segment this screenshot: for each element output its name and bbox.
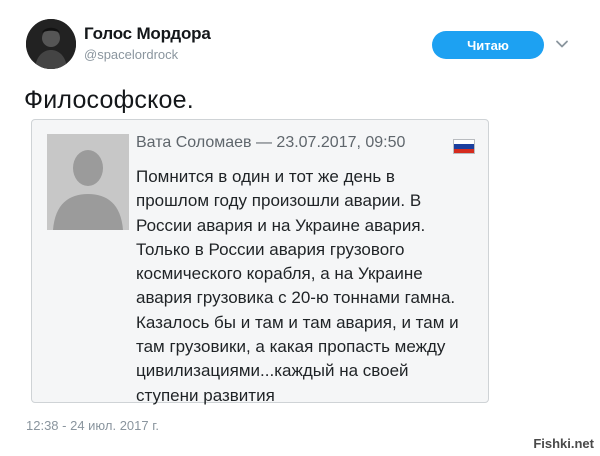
comment-line: там грузовики, а какая пропасть между [136,337,446,357]
comment-line: цивилизациями...каждый на своей [136,361,409,381]
flag-stripe-red [454,148,474,153]
follow-button[interactable]: Читаю [432,31,544,59]
comment-line: космического корабля, а на Украине [136,264,423,284]
comment-line: России авария и на Украине авария. [136,215,426,235]
comment-line: Помнится в один и тот же день в [136,167,395,186]
user-handle[interactable]: @spacelordrock [84,47,178,62]
watermark: Fishki.net [533,436,594,451]
comment-line: прошлом году произошли аварии. В [136,191,422,211]
embedded-comment-card: Вата Соломаев — 23.07.2017, 09:50 Помнит… [31,119,489,405]
comment-body: Помнится в один и тот же день в прошлом … [136,165,476,408]
tweet-timestamp[interactable]: 12:38 - 24 июл. 2017 г. [26,418,159,433]
avatar[interactable] [26,19,76,69]
chevron-down-icon[interactable] [554,36,570,52]
comment-line: Только в России авария грузового [136,239,405,259]
display-name[interactable]: Голос Мордора [84,24,211,44]
comment-author-date: Вата Соломаев — 23.07.2017, 09:50 [136,134,406,151]
comment-line: авария грузовика с 20-ю тоннами гамна. [136,288,456,308]
russian-flag-icon [453,139,475,154]
comment-line: Казалось бы и там и там авария, и там и [136,312,459,332]
default-user-icon [47,134,129,230]
tweet-text: Философское. [24,86,194,114]
comment-line: ступени развития [136,385,275,405]
